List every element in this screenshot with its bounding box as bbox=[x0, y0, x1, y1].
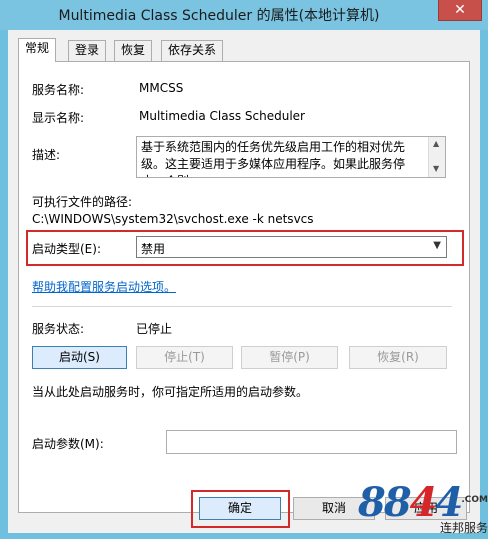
exe-path-label: 可执行文件的路径: bbox=[32, 195, 133, 209]
chevron-down-icon: ▼ bbox=[433, 240, 441, 251]
stop-button[interactable]: 停止(T) bbox=[136, 346, 233, 369]
startup-type-label: 启动类型(E): bbox=[32, 242, 101, 256]
scroll-down-icon[interactable]: ▼ bbox=[433, 164, 439, 173]
tab-recovery[interactable]: 恢复 bbox=[114, 40, 153, 61]
site-watermark-logo: 8844 .COM 连邦服务 bbox=[352, 479, 488, 539]
general-panel: 服务名称: MMCSS 显示名称: Multimedia Class Sched… bbox=[18, 61, 470, 513]
title-bar: Multimedia Class Scheduler 的属性(本地计算机) ✕ bbox=[0, 0, 488, 30]
display-name-value: Multimedia Class Scheduler bbox=[139, 109, 305, 123]
service-status-value: 已停止 bbox=[136, 322, 173, 336]
start-params-hint: 当从此处启动服务时，你可指定所适用的启动参数。 bbox=[32, 385, 309, 399]
tab-general[interactable]: 常规 bbox=[18, 38, 57, 62]
help-configure-link[interactable]: 帮助我配置服务启动选项。 bbox=[32, 278, 176, 295]
description-box[interactable]: 基于系统范围内的任务优先级启用工作的相对优先级。这主要适用于多媒体应用程序。如果… bbox=[136, 136, 446, 178]
ok-button[interactable]: 确定 bbox=[199, 497, 281, 520]
exe-path-value: C:\WINDOWS\system32\svchost.exe -k netsv… bbox=[32, 212, 314, 226]
start-params-input[interactable] bbox=[166, 430, 457, 454]
dialog-client: 常规 登录 恢复 依存关系 服务名称: MMCSS 显示名称: Multimed… bbox=[8, 30, 480, 533]
description-scrollbar[interactable]: ▲ ▼ bbox=[428, 137, 445, 177]
start-params-label: 启动参数(M): bbox=[32, 437, 104, 451]
description-text: 基于系统范围内的任务优先级启用工作的相对优先级。这主要适用于多媒体应用程序。如果… bbox=[141, 140, 406, 177]
watermark-domain: .COM bbox=[461, 495, 488, 505]
display-name-label: 显示名称: bbox=[32, 111, 85, 125]
watermark-name: 连邦服务 bbox=[439, 521, 488, 535]
tab-logon[interactable]: 登录 bbox=[68, 40, 107, 61]
window-title: Multimedia Class Scheduler 的属性(本地计算机) bbox=[58, 8, 380, 24]
description-label: 描述: bbox=[32, 148, 61, 162]
tab-dependencies[interactable]: 依存关系 bbox=[161, 40, 224, 61]
startup-type-select[interactable]: 禁用 ▼ bbox=[136, 236, 447, 258]
startup-type-value: 禁用 bbox=[141, 242, 166, 256]
service-name-value: MMCSS bbox=[139, 81, 184, 95]
resume-button[interactable]: 恢复(R) bbox=[349, 346, 447, 369]
divider bbox=[32, 306, 452, 307]
start-button[interactable]: 启动(S) bbox=[32, 346, 127, 369]
pause-button[interactable]: 暂停(P) bbox=[241, 346, 338, 369]
service-status-label: 服务状态: bbox=[32, 322, 85, 336]
service-name-label: 服务名称: bbox=[32, 83, 85, 97]
close-button[interactable]: ✕ bbox=[438, 0, 482, 21]
scroll-up-icon[interactable]: ▲ bbox=[433, 139, 439, 148]
